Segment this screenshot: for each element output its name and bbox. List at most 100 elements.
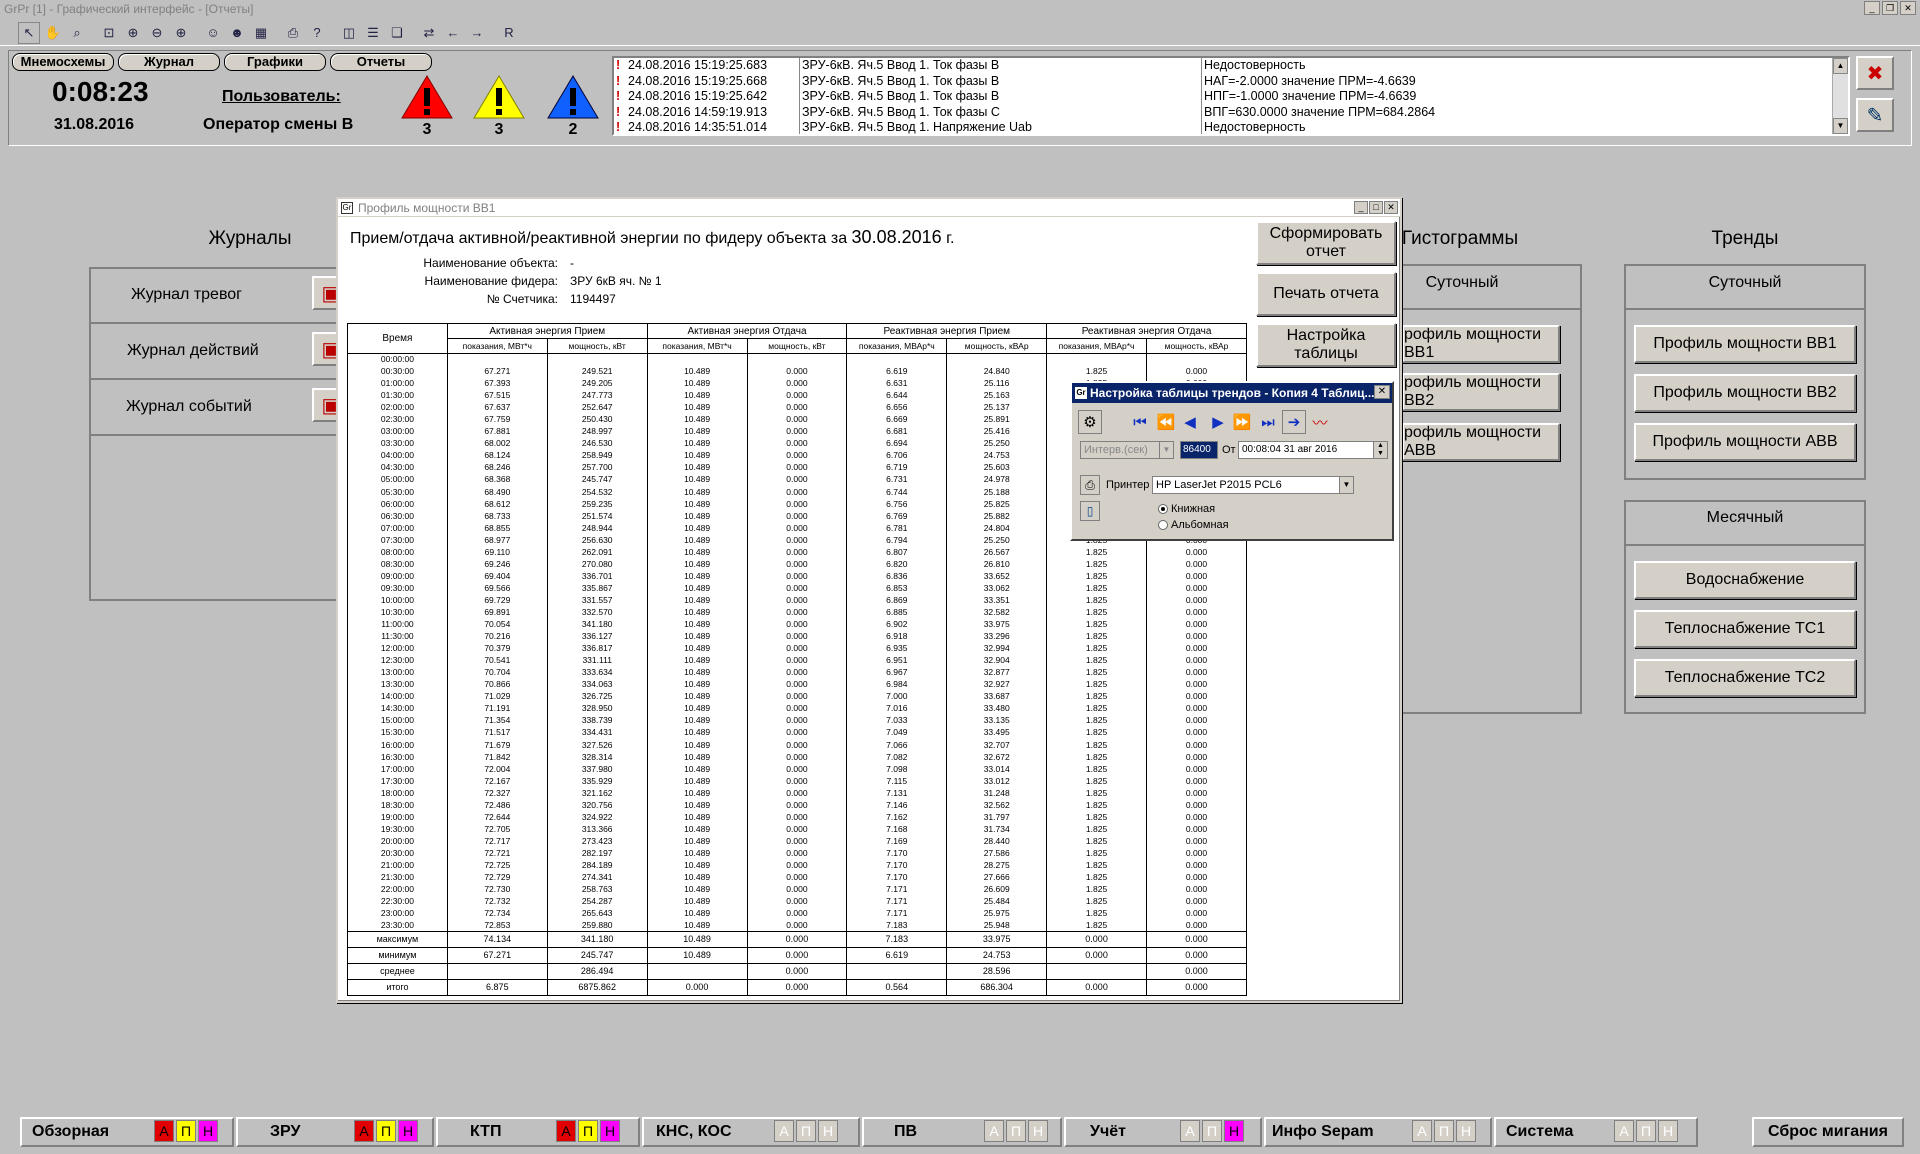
tab-reports[interactable]: Отчеты: [330, 53, 432, 71]
scroll-down-icon[interactable]: ▼: [1833, 118, 1848, 134]
tab-journal[interactable]: Журнал: [118, 53, 220, 71]
from-label: От: [1222, 444, 1236, 456]
step-forward-icon[interactable]: ▶: [1206, 410, 1230, 434]
col-unit: показания, МВАр*ч: [846, 338, 948, 354]
heat-supply-tc1-button[interactable]: Теплоснабжение ТС1: [1634, 610, 1856, 648]
acknowledge-button[interactable]: ✎: [1856, 98, 1894, 132]
go-arrow-icon[interactable]: ➔: [1282, 410, 1306, 434]
time-cell: 18:30:00: [347, 799, 448, 812]
value-cell: 0.000: [746, 498, 848, 511]
value-cell: 69.110: [446, 546, 548, 559]
value-cell: 0.000: [746, 787, 848, 800]
fast-forward-icon[interactable]: ⏩: [1230, 410, 1254, 434]
maximize-icon[interactable]: □: [1369, 201, 1383, 214]
zoom-window-icon[interactable]: ⊕: [122, 22, 144, 44]
printer-button[interactable]: ⎙: [1080, 475, 1100, 495]
zoom-in-icon[interactable]: ⊕: [170, 22, 192, 44]
heat-supply-tc2-button[interactable]: Теплоснабжение ТС2: [1634, 659, 1856, 697]
journal-actions-row[interactable]: Журнал действий: [90, 323, 340, 379]
step-back-icon[interactable]: ◀: [1178, 410, 1202, 434]
zoom-fit-icon[interactable]: ⊡: [98, 22, 120, 44]
back-arrow-icon[interactable]: ←: [442, 22, 464, 44]
settings-titlebar[interactable]: Gr Настройка таблицы трендов - Копия 4 Т…: [1072, 383, 1392, 403]
alarm-red[interactable]: 3: [399, 74, 455, 139]
printer-select[interactable]: HP LaserJet P2015 PCL6 ▼: [1152, 476, 1354, 494]
value-cell: 270.080: [546, 558, 648, 571]
hist-profile-vv2-button[interactable]: рофиль мощности ВВ2: [1402, 373, 1560, 411]
value-cell: 10.489: [646, 558, 748, 571]
sound-off-button[interactable]: ✖: [1856, 56, 1894, 90]
summary-cell: 0.000: [1146, 947, 1247, 965]
print-icon[interactable]: ⎙: [282, 22, 304, 44]
trend-profile-vv2-button[interactable]: Профиль мощности ВВ2: [1634, 374, 1856, 412]
landscape-radio[interactable]: Альбомная: [1158, 519, 1229, 531]
layout-split-icon[interactable]: ◫: [338, 22, 360, 44]
reset-blink-button[interactable]: Сброс мигания: [1752, 1117, 1904, 1147]
layout-cascade-icon[interactable]: ❏: [386, 22, 408, 44]
journal-events-row[interactable]: Журнал событий: [90, 379, 340, 435]
value-cell: 0.000: [1146, 666, 1247, 679]
last-icon[interactable]: ⏭: [1256, 410, 1280, 434]
from-datetime-input[interactable]: 00:08:04 31 авг 2016 ▲ ▼: [1238, 441, 1388, 459]
settings-config-button[interactable]: ⚙: [1078, 410, 1102, 434]
fast-back-icon[interactable]: ⏪: [1154, 410, 1178, 434]
users-icon[interactable]: ☺: [202, 22, 224, 44]
restore-icon[interactable]: ❐: [1882, 1, 1898, 15]
value-cell: 274.341: [546, 871, 648, 884]
value-cell: 0.000: [1146, 582, 1247, 595]
print-report-button[interactable]: Печать отчета: [1256, 272, 1396, 316]
event-row[interactable]: ! 24.08.2016 15:19:25.668 ЗРУ-6кВ. Яч.5 Вв…: [614, 73, 1848, 89]
table-row: 11:30:00 70.216 336.127 10.489 0.000 6.918 33.…: [347, 630, 1247, 643]
event-log[interactable]: ! 24.08.2016 15:19:25.683 ЗРУ-6кВ. Яч.5 Вв…: [612, 56, 1850, 136]
alarm-yellow[interactable]: 3: [471, 74, 527, 139]
water-supply-button[interactable]: Водоснабжение: [1634, 561, 1856, 599]
scroll-up-icon[interactable]: ▲: [1833, 58, 1848, 74]
report-window-titlebar[interactable]: Gr Профиль мощности ВВ1: [338, 199, 1400, 217]
forward-arrow-icon[interactable]: →: [466, 22, 488, 44]
hist-profile-avv-button[interactable]: рофиль мощности АВВ: [1402, 423, 1560, 461]
event-row[interactable]: ! 24.08.2016 15:19:25.642 ЗРУ-6кВ. Яч.5 Вв…: [614, 89, 1848, 105]
minimize-icon[interactable]: _: [1864, 1, 1880, 15]
value-cell: 10.489: [646, 642, 748, 655]
value-cell: [846, 352, 948, 366]
close-icon[interactable]: ✕: [1900, 1, 1916, 15]
interval-input[interactable]: 86400: [1180, 441, 1218, 459]
value-cell: 68.733: [446, 510, 548, 523]
help-icon[interactable]: ?: [306, 22, 328, 44]
time-cell: 03:30:00: [347, 437, 448, 450]
user-switch-icon[interactable]: ☻: [226, 22, 248, 44]
hist-profile-vv1-button[interactable]: рофиль мощности ВВ1: [1402, 325, 1560, 363]
r-button[interactable]: R: [498, 22, 520, 44]
layout-rows-icon[interactable]: ☰: [362, 22, 384, 44]
page-preview-button[interactable]: ▯: [1080, 501, 1100, 521]
event-row[interactable]: ! 24.08.2016 14:35:51.014 ЗРУ-6кВ. Яч.5 Вв…: [614, 120, 1848, 134]
minimize-icon[interactable]: _: [1354, 201, 1368, 214]
value-cell: 71.191: [446, 702, 548, 715]
trend-profile-vv1-button[interactable]: Профиль мощности ВВ1: [1634, 325, 1856, 363]
table-row: 19:00:00 72.644 324.922 10.489 0.000 7.162 31.…: [347, 811, 1247, 824]
portrait-radio[interactable]: Книжная: [1158, 503, 1215, 515]
alarm-blue[interactable]: 2: [545, 74, 601, 139]
spin-icon[interactable]: ▲ ▼: [1373, 442, 1387, 458]
tab-charts[interactable]: Графики: [224, 53, 326, 71]
journal-alarms-row[interactable]: Журнал тревог: [90, 267, 340, 323]
magnifier-icon[interactable]: ⌕: [66, 22, 88, 44]
network-icon[interactable]: ⇄: [418, 22, 440, 44]
interval-select[interactable]: Интерв.(сек) ▼: [1080, 441, 1174, 459]
value-cell: 0.000: [746, 449, 848, 462]
tab-mnemo[interactable]: Мнемосхемы: [12, 53, 114, 71]
first-icon[interactable]: ⏮: [1128, 410, 1152, 434]
close-icon[interactable]: ✕: [1374, 385, 1390, 399]
table-settings-button[interactable]: Настройка таблицы: [1256, 323, 1396, 367]
generate-report-button[interactable]: Сформировать отчет: [1256, 221, 1396, 265]
calculator-icon[interactable]: ▦: [250, 22, 272, 44]
waveform-icon[interactable]: 〰: [1308, 410, 1332, 434]
zoom-out-icon[interactable]: ⊖: [146, 22, 168, 44]
trend-profile-avv-button[interactable]: Профиль мощности АВВ: [1634, 423, 1856, 461]
pointer-icon[interactable]: ↖: [18, 21, 40, 44]
event-row[interactable]: ! 24.08.2016 14:59:19.913 ЗРУ-6кВ. Яч.5 Вв…: [614, 104, 1848, 120]
event-log-scrollbar[interactable]: ▲ ▼: [1832, 58, 1848, 134]
close-icon[interactable]: ✕: [1384, 201, 1398, 214]
hand-icon[interactable]: ✋: [42, 22, 64, 44]
event-row[interactable]: ! 24.08.2016 15:19:25.683 ЗРУ-6кВ. Яч.5 Вв…: [614, 58, 1848, 74]
